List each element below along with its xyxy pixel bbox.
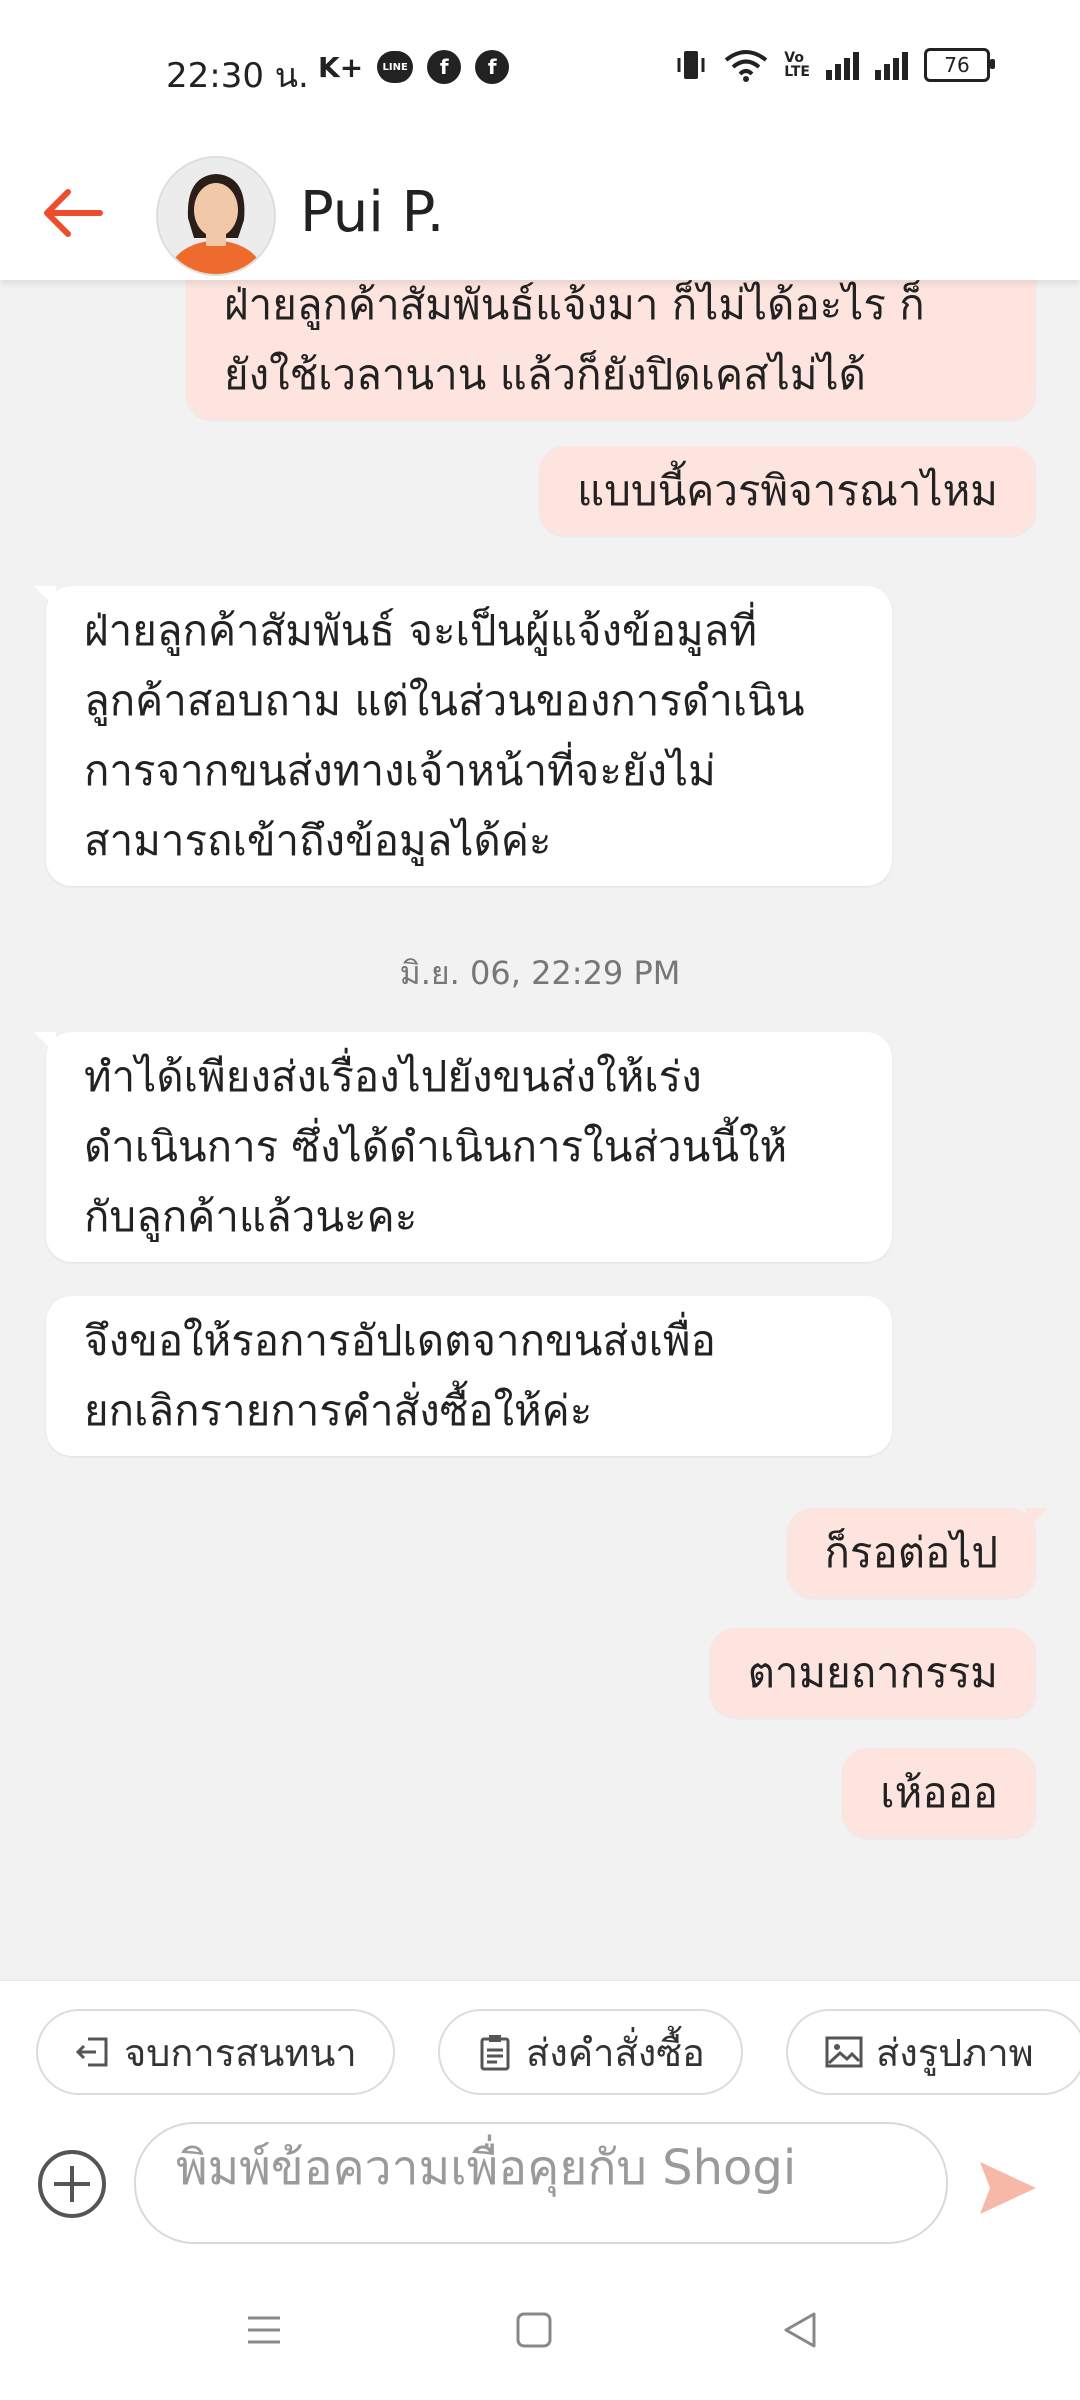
message-input[interactable]: พิมพ์ข้อความเพื่อคุยกับ Shogi [134,2122,948,2244]
exit-icon [75,2037,108,2067]
clipboard-icon [480,2035,510,2071]
facebook-icon: f [427,50,462,84]
message-text: ดำเนินการ ซึ่งได้ดำเนินการในส่วนนี้ให้ [84,1122,788,1171]
notification-icons: K+ LINE f f [318,50,510,84]
message-text: ยังใช้เวลานาน แล้วก็ยังปิดเคสไม่ได้ [224,350,866,399]
message-bubble[interactable]: แบบนี้ควรพิจารณาไหม [539,446,1036,536]
contact-name: Pui P. [300,180,445,245]
status-time: 22:30 น. [166,56,309,96]
battery-icon: 76 [924,48,995,82]
message-text: กับลูกค้าแล้วนะคะ [84,1192,418,1241]
message-bubble[interactable]: ฝ่ายลูกค้าสัมพันธ์แจ้งมา ก็ไม่ได้อะไร ก็… [186,280,1036,420]
chip-label: ส่งรูปภาพ [876,2030,1034,2075]
back-arrow-icon[interactable] [38,178,108,248]
signal-icon-2 [875,50,908,80]
message-text: ลูกค้าสอบถาม แต่ในส่วนของการดำเนิน [84,676,805,725]
chat-messages: ฝ่ายลูกค้าสัมพันธ์แจ้งมา ก็ไม่ได้อะไร ก็… [0,280,1080,1980]
battery-level: 76 [944,53,970,77]
message-text: ตามยถากรรม [747,1648,998,1697]
message-bubble[interactable]: ทำได้เพียงส่งเรื่องไปยังขนส่งให้เร่ง ดำเ… [34,1032,892,1262]
vibrate-icon [677,51,705,79]
message-text: จึงขอให้รอการอัปเดตจากขนส่งเพื่อ [84,1316,716,1365]
quick-actions-bar: จบการสนทนา ส่งคำสั่งซื้อ ส่งรูปภาพ [0,1980,1080,2121]
message-text: ฝ่ายลูกค้าสัมพันธ์ จะเป็นผู้แจ้งข้อมูลที… [84,606,758,655]
message-text: ก็รอต่อไป [824,1528,999,1577]
message-text: ยกเลิกรายการคำสั่งซื้อให้ค่ะ [84,1386,593,1435]
message-bubble[interactable]: ฝ่ายลูกค้าสัมพันธ์ จะเป็นผู้แจ้งข้อมูลที… [34,586,892,886]
system-nav-bar [0,2250,1080,2400]
message-text: แบบนี้ควรพิจารณาไหม [577,466,998,515]
chat-header: Pui P. [0,140,1080,280]
message-input-placeholder: พิมพ์ข้อความเพื่อคุยกับ Shogi [176,2140,797,2196]
message-bubble[interactable]: เห้อออ [842,1748,1036,1838]
chip-label: ส่งคำสั่งซื้อ [526,2030,705,2075]
signal-icon [826,50,859,80]
send-image-button[interactable]: ส่งรูปภาพ [786,2009,1080,2095]
menu-nav-icon[interactable] [244,2310,284,2350]
message-text: การจากขนส่งทางเจ้าหน้าที่จะยังไม่ [84,746,716,795]
add-attachment-icon[interactable] [36,2148,108,2220]
chip-label: จบการสนทนา [124,2030,357,2075]
status-bar: 22:30 น. K+ LINE f f Vo LTE 76 [0,0,1080,140]
system-icons: Vo LTE 76 [674,48,995,82]
wifi-icon [725,50,768,82]
message-text: ฝ่ายลูกค้าสัมพันธ์แจ้งมา ก็ไม่ได้อะไร ก็ [224,280,925,329]
home-nav-icon[interactable] [514,2310,554,2350]
facebook-icon-2: f [475,50,510,84]
image-icon [825,2036,863,2068]
kplus-icon: K+ [318,50,364,84]
message-text: ทำได้เพียงส่งเรื่องไปยังขนส่งให้เร่ง [84,1052,702,1101]
end-chat-button[interactable]: จบการสนทนา [36,2009,395,2095]
message-text: เห้อออ [880,1768,998,1817]
message-text: สามารถเข้าถึงข้อมูลได้ค่ะ [84,816,552,865]
line-icon: LINE [377,51,414,83]
send-icon[interactable] [976,2156,1040,2220]
message-bubble[interactable]: จึงขอให้รอการอัปเดตจากขนส่งเพื่อ ยกเลิกร… [46,1296,892,1456]
volte-icon: Vo LTE [784,50,810,80]
avatar[interactable] [156,156,276,276]
message-bubble[interactable]: ก็รอต่อไป [786,1508,1048,1598]
message-timestamp: มิ.ย. 06, 22:29 PM [399,954,681,992]
send-order-button[interactable]: ส่งคำสั่งซื้อ [438,2009,743,2095]
message-bubble[interactable]: ตามยถากรรม [709,1628,1036,1718]
message-input-bar: พิมพ์ข้อความเพื่อคุยกับ Shogi [0,2120,1080,2250]
back-nav-icon[interactable] [780,2310,820,2350]
